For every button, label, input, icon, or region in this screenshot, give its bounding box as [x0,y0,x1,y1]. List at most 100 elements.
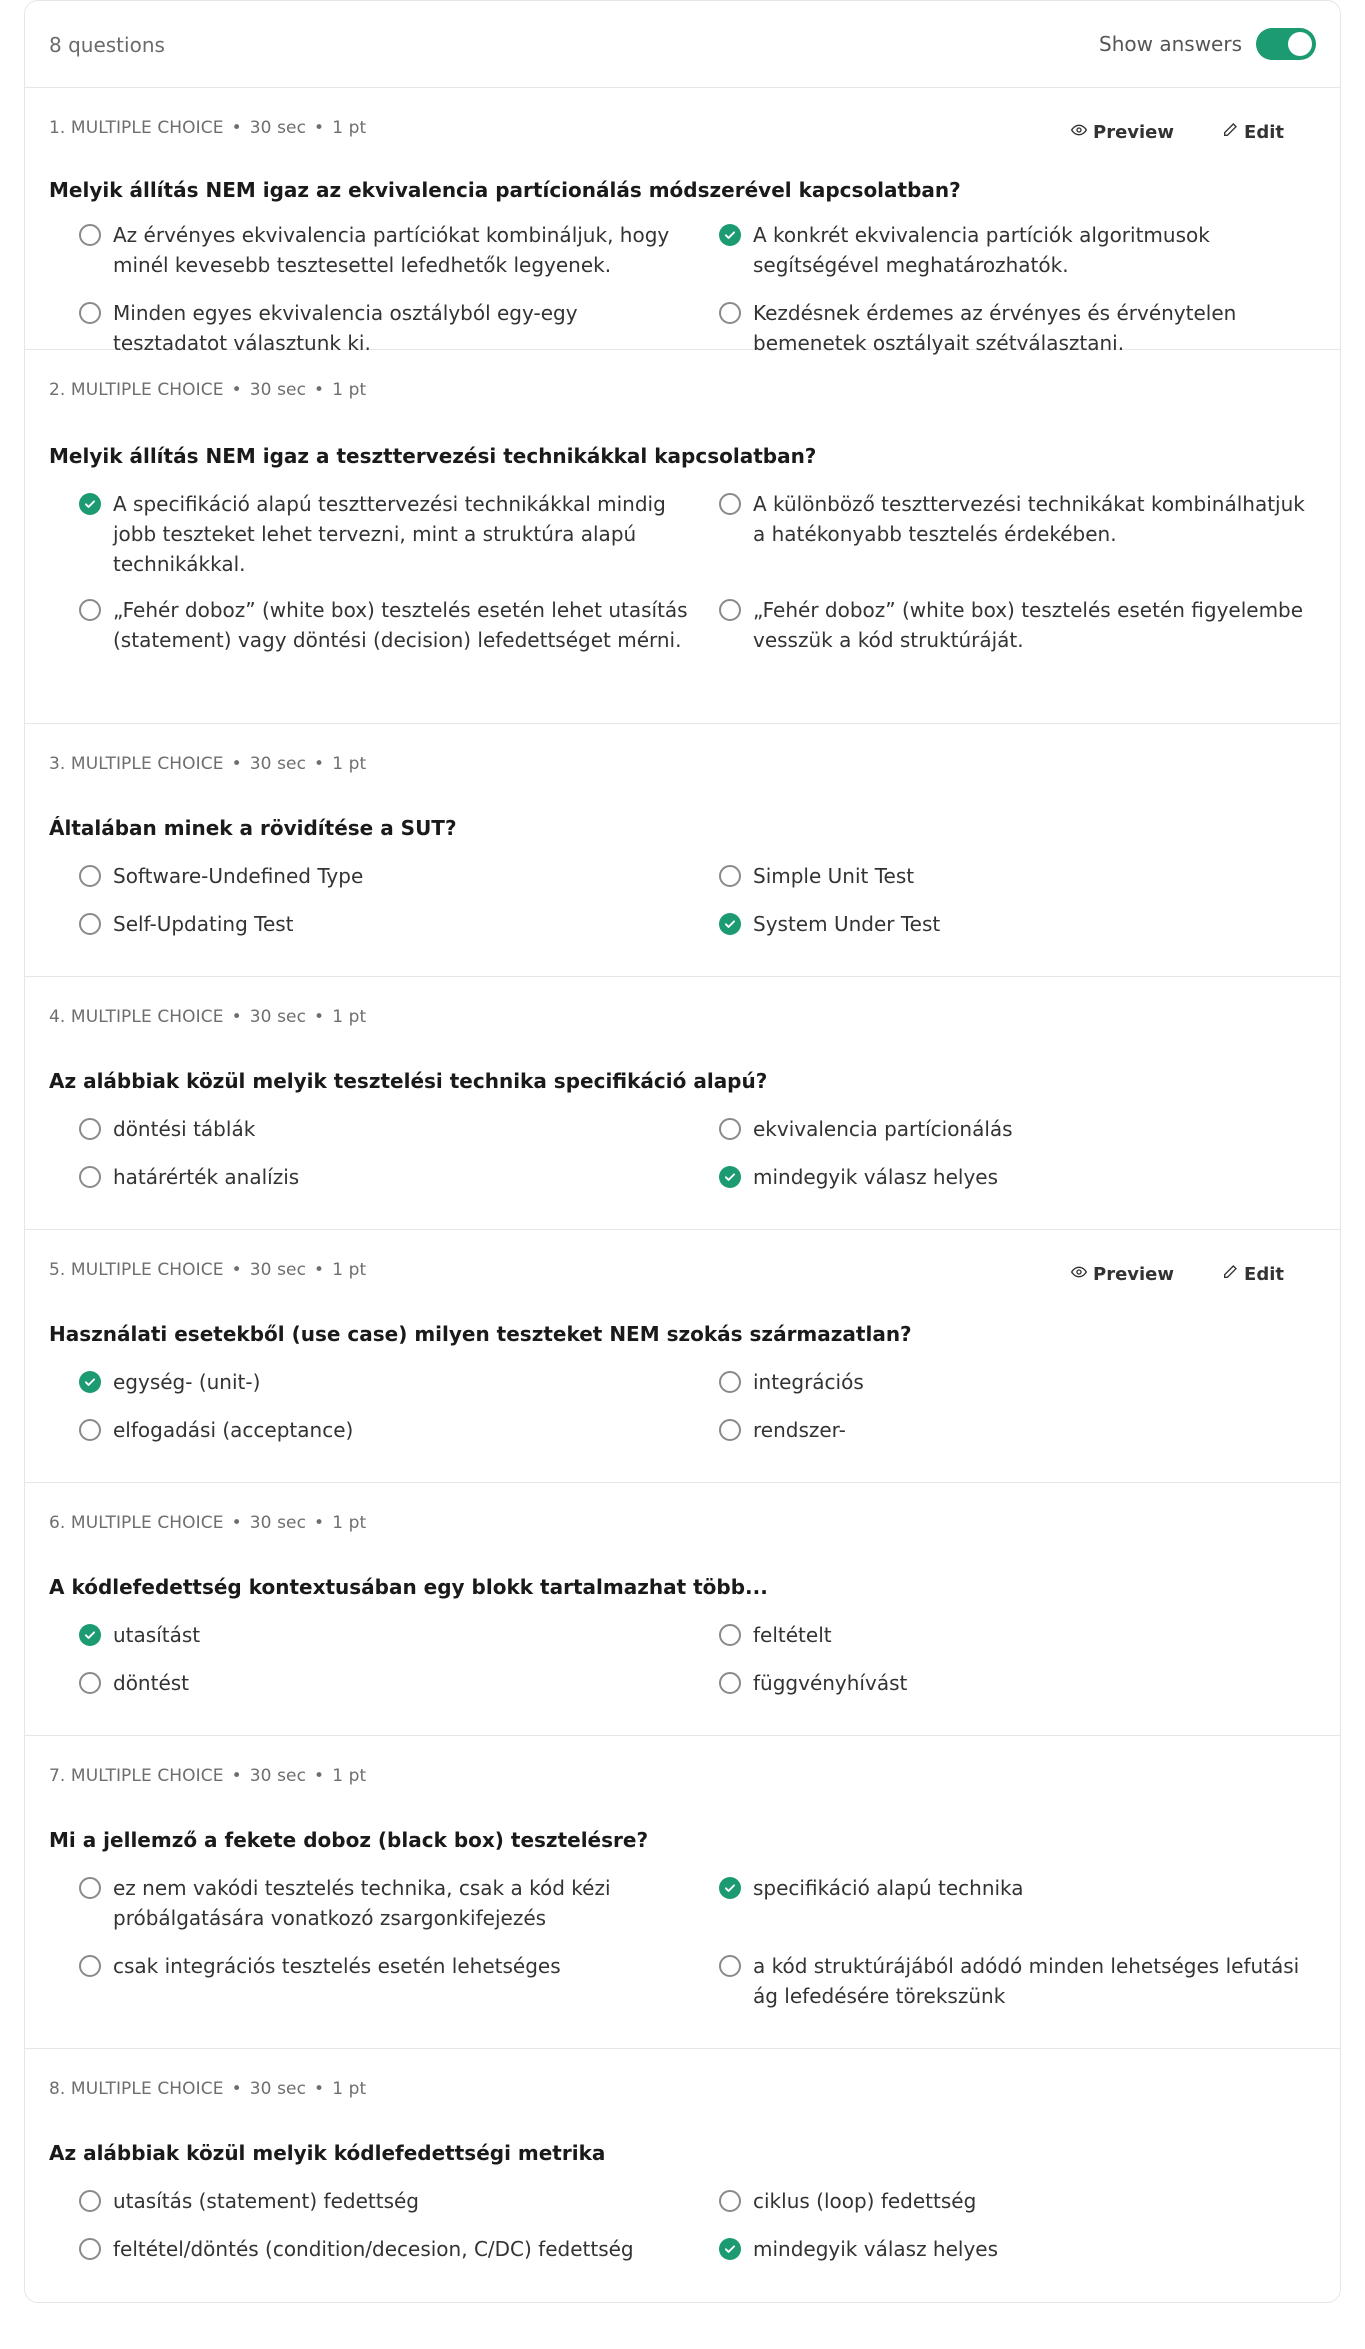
question-actions: Preview Edit [1070,122,1284,143]
question-block: 2. MULTIPLE CHOICE • 30 sec • 1 pt Melyik áll… [25,350,1340,724]
answer-option[interactable]: ekvivalencia partícionálás [719,1114,1319,1144]
question-block: 4. MULTIPLE CHOICE • 30 sec • 1 pt Az alábbia… [25,977,1340,1230]
meta-separator: • [231,1007,242,1027]
radio-icon [79,599,101,621]
meta-separator: • [314,1766,325,1786]
question-meta: 1. MULTIPLE CHOICE • 30 sec • 1 pt [49,118,366,138]
radio-icon [79,2190,101,2212]
answer-option-text: ez nem vakódi tesztelés technika, csak a… [113,1876,611,1930]
answer-option-text: ciklus (loop) fedettség [753,2189,977,2213]
answer-option[interactable]: utasítást [79,1620,689,1650]
answer-option[interactable]: ciklus (loop) fedettség [719,2186,1319,2216]
meta-separator: • [231,754,242,774]
radio-icon [79,224,101,246]
question-time: 30 sec [249,1766,307,1786]
answer-option[interactable]: utasítás (statement) fedettség [79,2186,689,2216]
question-type: 4. MULTIPLE CHOICE [49,1007,224,1027]
question-points: 1 pt [332,2079,367,2099]
meta-separator: • [231,2079,242,2099]
answer-option-text: rendszer- [753,1418,846,1442]
answer-option[interactable]: Simple Unit Test [719,861,1319,891]
answer-option-text: döntést [113,1671,190,1695]
correct-check-icon [79,493,101,515]
meta-separator: • [231,380,242,400]
show-answers-toggle[interactable] [1256,28,1316,60]
radio-icon [719,1118,741,1140]
answer-option[interactable]: integrációs [719,1367,1319,1397]
edit-button[interactable]: Edit [1222,1264,1284,1285]
meta-separator: • [314,754,325,774]
question-type: 1. MULTIPLE CHOICE [49,118,224,138]
answer-option[interactable]: specifikáció alapú technika [719,1873,1319,1903]
correct-check-icon [719,913,741,935]
radio-icon [719,1955,741,1977]
question-time: 30 sec [249,754,307,774]
answer-option[interactable]: csak integrációs tesztelés esetén lehets… [79,1951,689,1981]
answer-option[interactable]: „Fehér doboz” (white box) tesztelés eset… [719,595,1319,655]
question-points: 1 pt [332,1766,367,1786]
meta-separator: • [231,1513,242,1533]
answer-option[interactable]: feltétel/döntés (condition/decesion, C/D… [79,2234,689,2264]
correct-check-icon [79,1371,101,1393]
answer-option[interactable]: A specifikáció alapú teszttervezési tech… [79,489,689,579]
eye-icon [1070,122,1088,143]
radio-icon [719,1672,741,1694]
question-type: 3. MULTIPLE CHOICE [49,754,224,774]
answer-option[interactable]: Az érvényes ekvivalencia partíciókat kom… [79,220,689,280]
edit-label: Edit [1244,122,1284,143]
answer-option-text: feltétel/döntés (condition/decesion, C/D… [113,2237,634,2261]
answer-option[interactable]: Self-Updating Test [79,909,689,939]
preview-button[interactable]: Preview [1070,1264,1175,1285]
answer-option[interactable]: határérték analízis [79,1162,689,1192]
answer-option[interactable]: A konkrét ekvivalencia partíciók algorit… [719,220,1319,280]
answer-option[interactable]: Minden egyes ekvivalencia osztályból egy… [79,298,689,358]
answer-option-text: döntési táblák [113,1117,256,1141]
pencil-icon [1222,1264,1238,1285]
answer-option-text: System Under Test [753,912,941,936]
answer-option[interactable]: döntési táblák [79,1114,689,1144]
quiz-header: 8 questions Show answers [25,1,1340,88]
question-meta: 8. MULTIPLE CHOICE • 30 sec • 1 pt [49,2079,366,2099]
answer-option[interactable]: döntést [79,1668,689,1698]
preview-label: Preview [1093,1264,1175,1285]
radio-icon [719,1419,741,1441]
answer-option[interactable]: Kezdésnek érdemes az érvényes és érvényt… [719,298,1319,358]
answer-option[interactable]: „Fehér doboz” (white box) tesztelés eset… [79,595,689,655]
question-text: Az alábbiak közül melyik tesztelési tech… [49,1069,768,1093]
question-time: 30 sec [249,1007,307,1027]
answer-option-text: elfogadási (acceptance) [113,1418,354,1442]
answer-option[interactable]: elfogadási (acceptance) [79,1415,689,1445]
answer-option[interactable]: mindegyik válasz helyes [719,1162,1319,1192]
answer-option[interactable]: feltételt [719,1620,1319,1650]
question-time: 30 sec [249,118,307,138]
answer-option[interactable]: System Under Test [719,909,1319,939]
meta-separator: • [314,380,325,400]
answer-option[interactable]: egység- (unit-) [79,1367,689,1397]
answer-option[interactable]: a kód struktúrájából adódó minden lehets… [719,1951,1319,2011]
answer-option[interactable]: mindegyik válasz helyes [719,2234,1319,2264]
answer-option-text: Kezdésnek érdemes az érvényes és érvényt… [753,301,1237,355]
question-points: 1 pt [332,380,367,400]
eye-icon [1070,1264,1088,1285]
answer-option-text: specifikáció alapú technika [753,1876,1024,1900]
answer-option[interactable]: Software-Undefined Type [79,861,689,891]
answer-option-text: A specifikáció alapú teszttervezési tech… [113,492,666,576]
radio-icon [719,599,741,621]
question-text: Melyik állítás NEM igaz a teszttervezési… [49,444,817,468]
answer-option[interactable]: függvényhívást [719,1668,1319,1698]
answer-option-text: Software-Undefined Type [113,864,364,888]
meta-separator: • [314,2079,325,2099]
edit-button[interactable]: Edit [1222,122,1284,143]
answer-option-text: integrációs [753,1370,864,1394]
answer-option[interactable]: ez nem vakódi tesztelés technika, csak a… [79,1873,689,1933]
question-type: 5. MULTIPLE CHOICE [49,1260,224,1280]
question-time: 30 sec [249,380,307,400]
answer-option-text: a kód struktúrájából adódó minden lehets… [753,1954,1300,2008]
question-block: 3. MULTIPLE CHOICE • 30 sec • 1 pt Általában … [25,724,1340,977]
meta-separator: • [314,1513,325,1533]
answer-option[interactable]: A különböző teszttervezési technikákat k… [719,489,1319,549]
answer-option[interactable]: rendszer- [719,1415,1319,1445]
radio-icon [719,302,741,324]
meta-separator: • [314,1260,325,1280]
preview-button[interactable]: Preview [1070,122,1174,143]
